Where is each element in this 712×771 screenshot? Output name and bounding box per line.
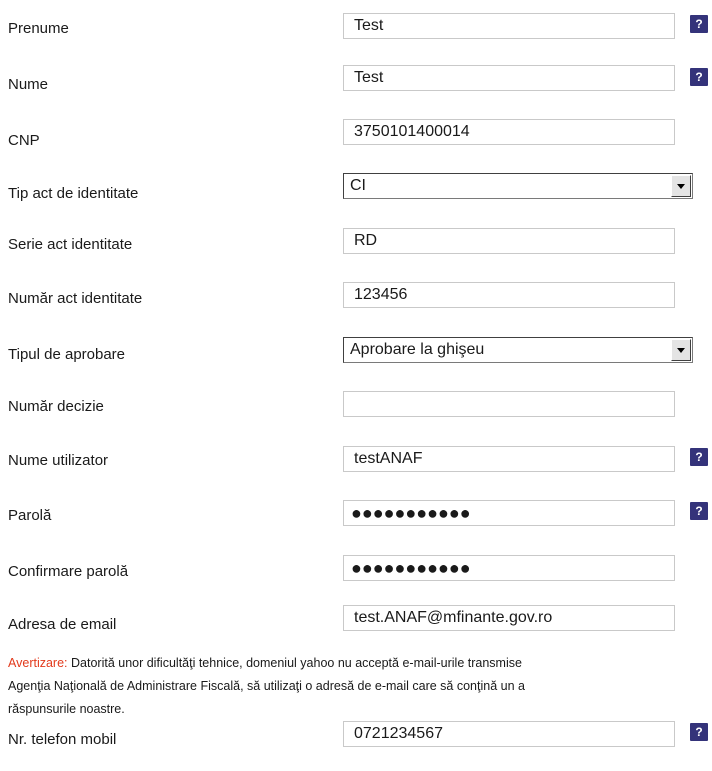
row-parola: Parolă ●●●●●●●●●●● ? — [0, 500, 712, 530]
label-telefon: Nr. telefon mobil — [8, 731, 117, 748]
row-nume-utilizator: Nume utilizator testANAF ? — [0, 446, 712, 476]
label-parola: Parolă — [8, 507, 52, 524]
row-prenume: Prenume Test ? — [0, 13, 712, 43]
row-confirmare-parola: Confirmare parolă ●●●●●●●●●●● — [0, 555, 712, 585]
numar-decizie-input[interactable] — [343, 391, 675, 417]
label-numar-decizie: Număr decizie — [8, 398, 104, 415]
warning-label: Avertizare: — [8, 656, 68, 670]
help-icon[interactable]: ? — [690, 723, 708, 741]
row-telefon: Nr. telefon mobil 0721234567 ? — [0, 721, 712, 751]
help-icon[interactable]: ? — [690, 448, 708, 466]
chevron-down-icon[interactable] — [671, 175, 691, 197]
label-prenume: Prenume — [8, 20, 69, 37]
label-tip-act: Tip act de identitate — [8, 185, 139, 202]
label-tip-aprobare: Tipul de aprobare — [8, 346, 126, 363]
confirm-password-input[interactable]: ●●●●●●●●●●● — [343, 555, 675, 581]
label-email: Adresa de email — [8, 616, 117, 633]
help-icon[interactable]: ? — [690, 502, 708, 520]
username-input[interactable]: testANAF — [343, 446, 675, 472]
email-warning: Avertizare: Datorită unor dificultăţi te… — [8, 652, 712, 721]
cnp-input[interactable]: 3750101400014 — [343, 119, 675, 145]
row-email: Adresa de email test.ANAF@mfinante.gov.r… — [0, 605, 712, 635]
row-numar-decizie: Număr decizie — [0, 391, 712, 421]
row-tip-act: Tip act de identitate CI — [0, 173, 712, 203]
numar-act-input[interactable]: 123456 — [343, 282, 675, 308]
row-cnp: CNP 3750101400014 — [0, 119, 712, 149]
row-tip-aprobare: Tipul de aprobare Aprobare la ghişeu — [0, 337, 712, 367]
email-input[interactable]: test.ANAF@mfinante.gov.ro — [343, 605, 675, 631]
warning-line-3: răspunsurile noastre. — [8, 702, 125, 716]
row-serie-act: Serie act identitate RD — [0, 228, 712, 258]
registration-form: Prenume Test ? Nume Test ? CNP 375010140… — [0, 0, 712, 771]
nume-input[interactable]: Test — [343, 65, 675, 91]
phone-input[interactable]: 0721234567 — [343, 721, 675, 747]
serie-act-input[interactable]: RD — [343, 228, 675, 254]
label-serie-act: Serie act identitate — [8, 236, 133, 253]
label-numar-act: Număr act identitate — [8, 290, 143, 307]
tip-aprobare-selected: Aprobare la ghişeu — [350, 341, 485, 358]
warning-line-2: Agenţia Naţională de Administrare Fiscal… — [8, 679, 525, 693]
label-nume: Nume — [8, 76, 49, 93]
label-cnp: CNP — [8, 132, 40, 149]
chevron-down-icon[interactable] — [671, 339, 691, 361]
tip-act-select[interactable]: CI — [343, 173, 693, 199]
tip-act-selected: CI — [350, 177, 366, 194]
prenume-input[interactable]: Test — [343, 13, 675, 39]
label-confirmare-parola: Confirmare parolă — [8, 563, 129, 580]
row-numar-act: Număr act identitate 123456 — [0, 282, 712, 312]
tip-aprobare-select[interactable]: Aprobare la ghişeu — [343, 337, 693, 363]
help-icon[interactable]: ? — [690, 15, 708, 33]
password-input[interactable]: ●●●●●●●●●●● — [343, 500, 675, 526]
label-nume-utilizator: Nume utilizator — [8, 452, 109, 469]
help-icon[interactable]: ? — [690, 68, 708, 86]
warning-line-1: Avertizare: Datorită unor dificultăţi te… — [8, 652, 712, 675]
warning-text-1: Datorită unor dificultăţi tehnice, domen… — [71, 656, 522, 670]
row-nume: Nume Test ? — [0, 65, 712, 95]
